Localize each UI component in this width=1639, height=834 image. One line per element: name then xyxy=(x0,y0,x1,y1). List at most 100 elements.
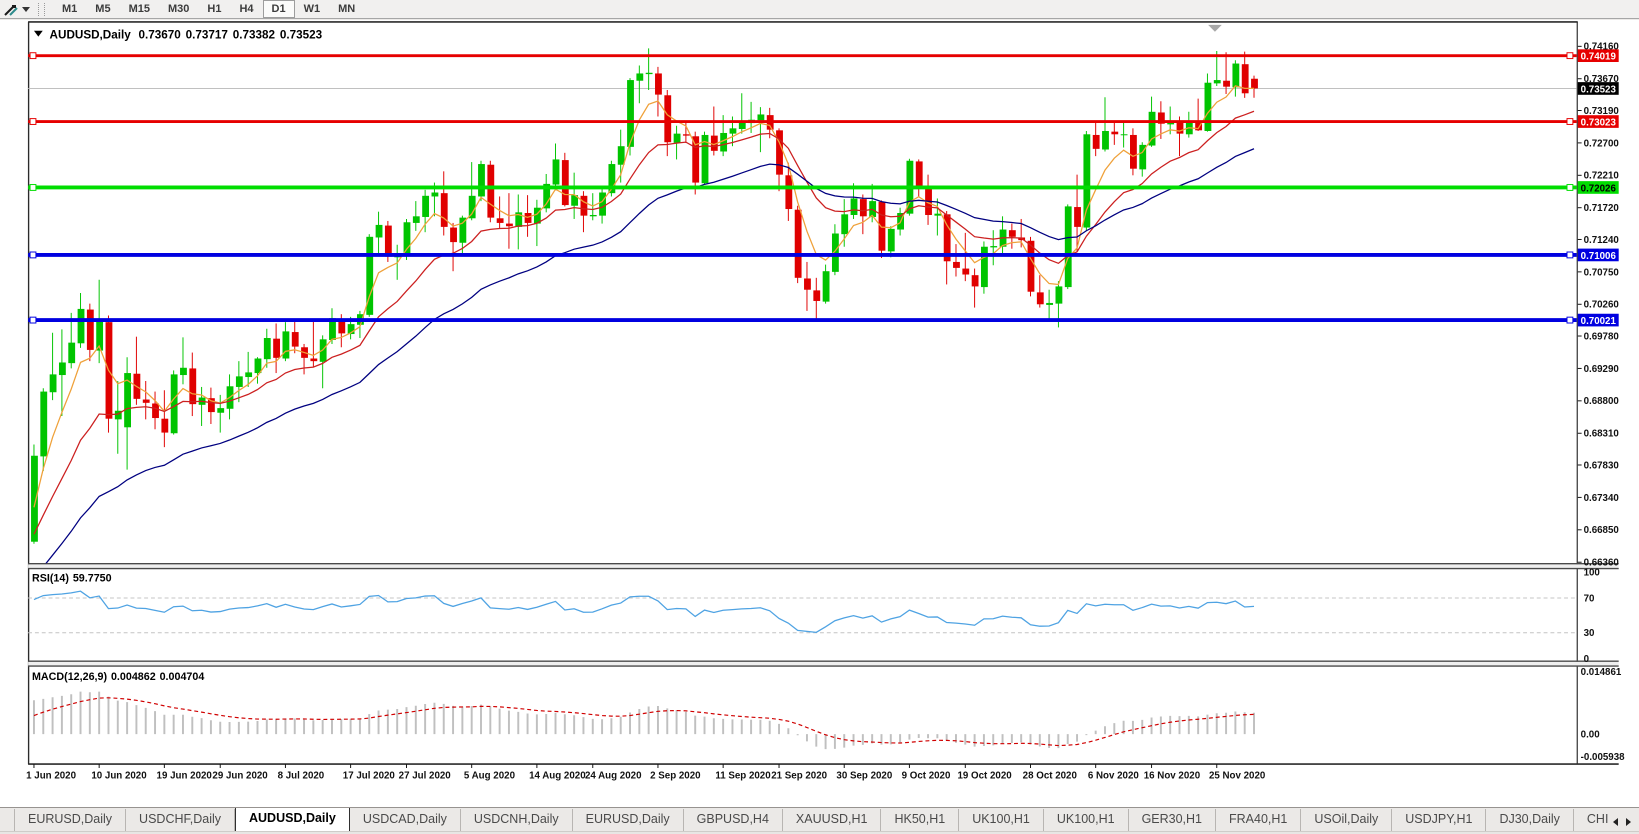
chart-canvas: 0.740190.730230.720260.710060.700210.735… xyxy=(0,20,1639,807)
timeframe-button-D1[interactable]: D1 xyxy=(263,0,295,18)
x-axis-label: 9 Oct 2020 xyxy=(902,771,951,782)
x-axis-label: 14 Aug 2020 xyxy=(529,771,586,782)
toolbar-grip[interactable] xyxy=(38,3,45,16)
x-axis-label: 19 Jun 2020 xyxy=(157,771,213,782)
y-axis-label: 0.69290 xyxy=(1584,364,1620,375)
tab-USDJPY-H1[interactable]: USDJPY,H1 xyxy=(1392,809,1486,831)
y-axis-label: 0.66850 xyxy=(1584,525,1620,536)
chart-tools-icon[interactable] xyxy=(2,1,20,17)
tab-GER30-H1[interactable]: GER30,H1 xyxy=(1129,809,1216,831)
tab-EURUSD-Daily[interactable]: EURUSD,Daily xyxy=(573,809,684,831)
price-tag-label: 0.72026 xyxy=(1581,183,1617,194)
tab-HK50-H1[interactable]: HK50,H1 xyxy=(881,809,959,831)
mt4-terminal: { "toolbar": { "timeframes": [ {"label":… xyxy=(0,0,1639,834)
y-axis-label: 0.68800 xyxy=(1584,396,1620,407)
chart-tabs-bar: EURUSD,DailyUSDCHF,DailyAUDUSD,DailyUSDC… xyxy=(0,807,1639,831)
y-axis-label: 0.69780 xyxy=(1584,331,1620,342)
x-axis-label: 8 Jul 2020 xyxy=(278,771,325,782)
x-axis-label: 6 Nov 2020 xyxy=(1088,771,1140,782)
y-axis-label: 0.72210 xyxy=(1584,171,1620,182)
x-axis-label: 16 Nov 2020 xyxy=(1144,771,1201,782)
chart-frame xyxy=(28,22,1619,764)
tab-USDCAD-Daily[interactable]: USDCAD,Daily xyxy=(350,809,461,831)
close-value: 0.73523 xyxy=(280,29,323,42)
timeframe-button-M1[interactable]: M1 xyxy=(53,0,86,18)
timeframe-button-MN[interactable]: MN xyxy=(329,0,364,18)
y-axis-label: 0.71720 xyxy=(1584,203,1620,214)
tab-USOil-Daily[interactable]: USOil,Daily xyxy=(1301,809,1392,831)
timeframe-button-H1[interactable]: H1 xyxy=(198,0,230,18)
hline-handle[interactable] xyxy=(30,185,36,191)
x-axis-label: 17 Jul 2020 xyxy=(343,771,396,782)
hline-handle[interactable] xyxy=(1567,53,1573,59)
scroll-tabs-left-icon[interactable] xyxy=(1613,818,1618,826)
current-price-tag-label: 0.73523 xyxy=(1581,84,1617,95)
macd-label: MACD(12,26,9)0.0048620.004704 xyxy=(32,671,204,683)
macd-axis-label: 0.014861 xyxy=(1581,667,1622,678)
tab-UK100-H1[interactable]: UK100,H1 xyxy=(1044,809,1129,831)
tab-USDCNH-Daily[interactable]: USDCNH,Daily xyxy=(461,809,573,831)
dropdown-arrow-icon[interactable] xyxy=(22,7,30,12)
timeframe-button-W1[interactable]: W1 xyxy=(295,0,330,18)
tab-scrollers xyxy=(1609,818,1639,831)
timeframe-button-M15[interactable]: M15 xyxy=(120,0,159,18)
chart-tools-icon-glyph xyxy=(4,2,18,16)
hline-handle[interactable] xyxy=(30,119,36,125)
tab-GBPUSD-H4[interactable]: GBPUSD,H4 xyxy=(684,809,783,831)
hline-handle[interactable] xyxy=(30,317,36,323)
timeframe-button-H4[interactable]: H4 xyxy=(230,0,262,18)
rsi-axis-label: 70 xyxy=(1584,593,1595,604)
x-axis-label: 19 Oct 2020 xyxy=(957,771,1012,782)
y-axis-label: 0.68310 xyxy=(1584,429,1620,440)
tab-CHINA300-H1[interactable]: CHINA300,H1 xyxy=(1574,809,1609,831)
x-axis-label: 25 Nov 2020 xyxy=(1209,771,1266,782)
tab-UK100-H1[interactable]: UK100,H1 xyxy=(959,809,1044,831)
y-axis-label: 0.67340 xyxy=(1584,493,1620,504)
toolbar: M1M5M15M30H1H4D1W1MN xyxy=(0,0,1639,19)
hline-handle[interactable] xyxy=(1567,119,1573,125)
x-axis-label: 5 Aug 2020 xyxy=(464,771,516,782)
rsi-axis-label: 0 xyxy=(1584,654,1590,665)
macd-axis-label: 0.00 xyxy=(1581,730,1601,741)
high-value: 0.73717 xyxy=(186,29,228,42)
macd-axis-label: -0.005938 xyxy=(1581,752,1625,763)
y-axis-label: 0.73190 xyxy=(1584,106,1620,117)
tab-AUDUSD-Daily[interactable]: AUDUSD,Daily xyxy=(235,808,350,831)
y-axis-label: 0.73670 xyxy=(1584,74,1620,85)
tab-DJ30-Daily[interactable]: DJ30,Daily xyxy=(1486,809,1573,831)
tab-USDCHF-Daily[interactable]: USDCHF,Daily xyxy=(126,809,235,831)
tab-FRA40-H1[interactable]: FRA40,H1 xyxy=(1216,809,1301,831)
price-tag-label: 0.73023 xyxy=(1581,117,1617,128)
hline-handle[interactable] xyxy=(1567,252,1573,258)
y-axis-label: 0.74160 xyxy=(1584,42,1620,53)
x-axis-label: 2 Sep 2020 xyxy=(650,771,701,782)
rsi-value: 59.7750 xyxy=(73,573,112,585)
rsi-axis-label: 100 xyxy=(1584,567,1601,578)
x-axis-label: 11 Sep 2020 xyxy=(715,771,771,782)
chart-window[interactable]: 0.740190.730230.720260.710060.700210.735… xyxy=(0,20,1639,807)
timeframe-button-M30[interactable]: M30 xyxy=(159,0,198,18)
timeframe-button-M5[interactable]: M5 xyxy=(86,0,119,18)
y-axis-label: 0.70750 xyxy=(1584,267,1620,278)
hline-handle[interactable] xyxy=(1567,185,1573,191)
timeframe-toolbar: M1M5M15M30H1H4D1W1MN xyxy=(53,0,364,18)
x-axis-label: 1 Jun 2020 xyxy=(26,771,76,782)
hline-handle[interactable] xyxy=(30,252,36,258)
x-axis-label: 28 Oct 2020 xyxy=(1023,771,1078,782)
macd-main-value: 0.004862 xyxy=(111,671,156,683)
hline-handle[interactable] xyxy=(1567,317,1573,323)
x-axis-label: 10 Jun 2020 xyxy=(91,771,147,782)
y-axis-label: 0.71240 xyxy=(1584,235,1620,246)
svg-text:AUDUSD,Daily0.736700.737170.73: AUDUSD,Daily0.736700.737170.733820.73523 xyxy=(50,29,323,42)
price-tag-label: 0.70021 xyxy=(1581,316,1617,327)
tab-XAUUSD-H1[interactable]: XAUUSD,H1 xyxy=(783,809,882,831)
rsi-axis-label: 30 xyxy=(1584,628,1595,639)
tab-EURUSD-Daily[interactable]: EURUSD,Daily xyxy=(14,809,126,831)
price-tag-label: 0.71006 xyxy=(1581,251,1617,262)
y-axis-label: 0.70260 xyxy=(1584,300,1620,311)
x-axis-label: 29 Jun 2020 xyxy=(212,771,268,782)
scroll-tabs-right-icon[interactable] xyxy=(1626,818,1631,826)
x-axis-label: 21 Sep 2020 xyxy=(771,771,827,782)
hline-handle[interactable] xyxy=(30,53,36,59)
x-axis-label: 27 Jul 2020 xyxy=(399,771,452,782)
